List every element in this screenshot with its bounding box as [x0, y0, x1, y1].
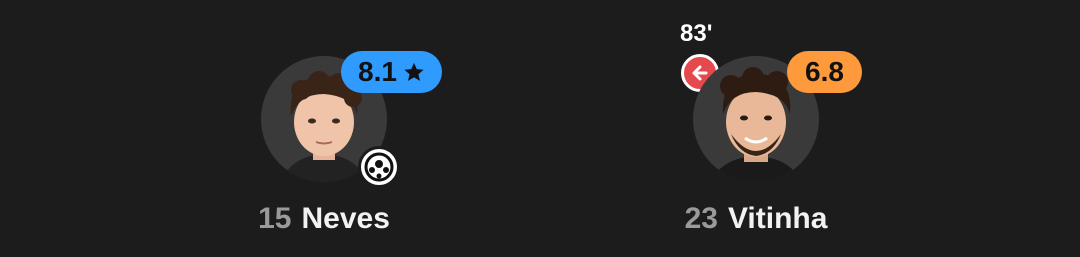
- player-rating-badge: 8.1: [341, 51, 442, 93]
- player-number: 15: [258, 202, 292, 235]
- rating-value: 6.8: [805, 56, 844, 87]
- player-card-neves[interactable]: 8.1 15 Neves: [194, 0, 454, 257]
- player-rating-badge: 6.8: [787, 51, 862, 93]
- football-icon: [358, 146, 400, 188]
- player-name-line: 15 Neves: [194, 202, 454, 236]
- substitution-minute: 83': [680, 20, 713, 47]
- player-name-line: 23 Vitinha: [626, 202, 886, 236]
- star-icon: [403, 61, 425, 83]
- player-card-vitinha[interactable]: 83' 6.8 23 Vitinha: [626, 0, 886, 257]
- player-number: 23: [684, 202, 718, 235]
- player-name: Neves: [301, 202, 390, 235]
- rating-value: 8.1: [358, 56, 397, 87]
- player-name: Vitinha: [727, 202, 828, 235]
